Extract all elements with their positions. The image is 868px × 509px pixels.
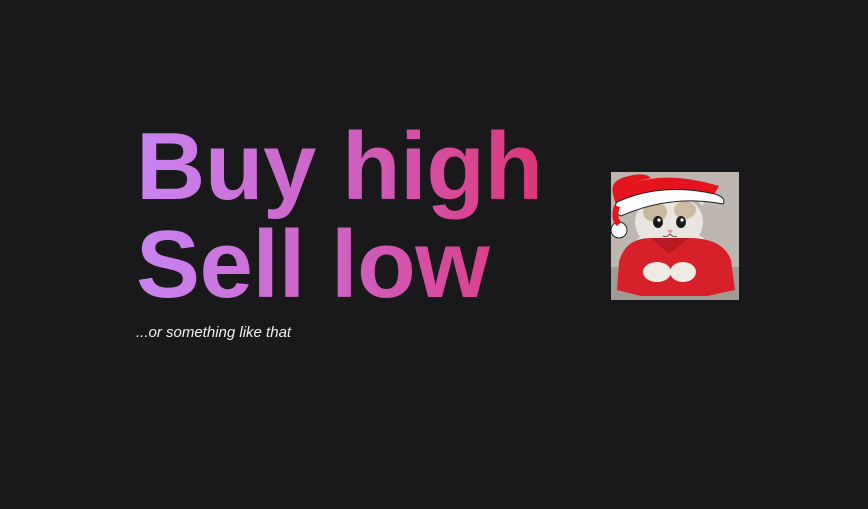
hero-section: Buy high Sell low ...or something like t… (136, 118, 566, 341)
cat-in-santa-hat-icon (611, 172, 739, 300)
headline-line-1: Buy high (136, 113, 543, 220)
hero-tagline: ...or something like that (136, 324, 292, 341)
headline-line-2: Sell low (136, 211, 490, 318)
hero-headline: Buy high Sell low (136, 118, 566, 314)
